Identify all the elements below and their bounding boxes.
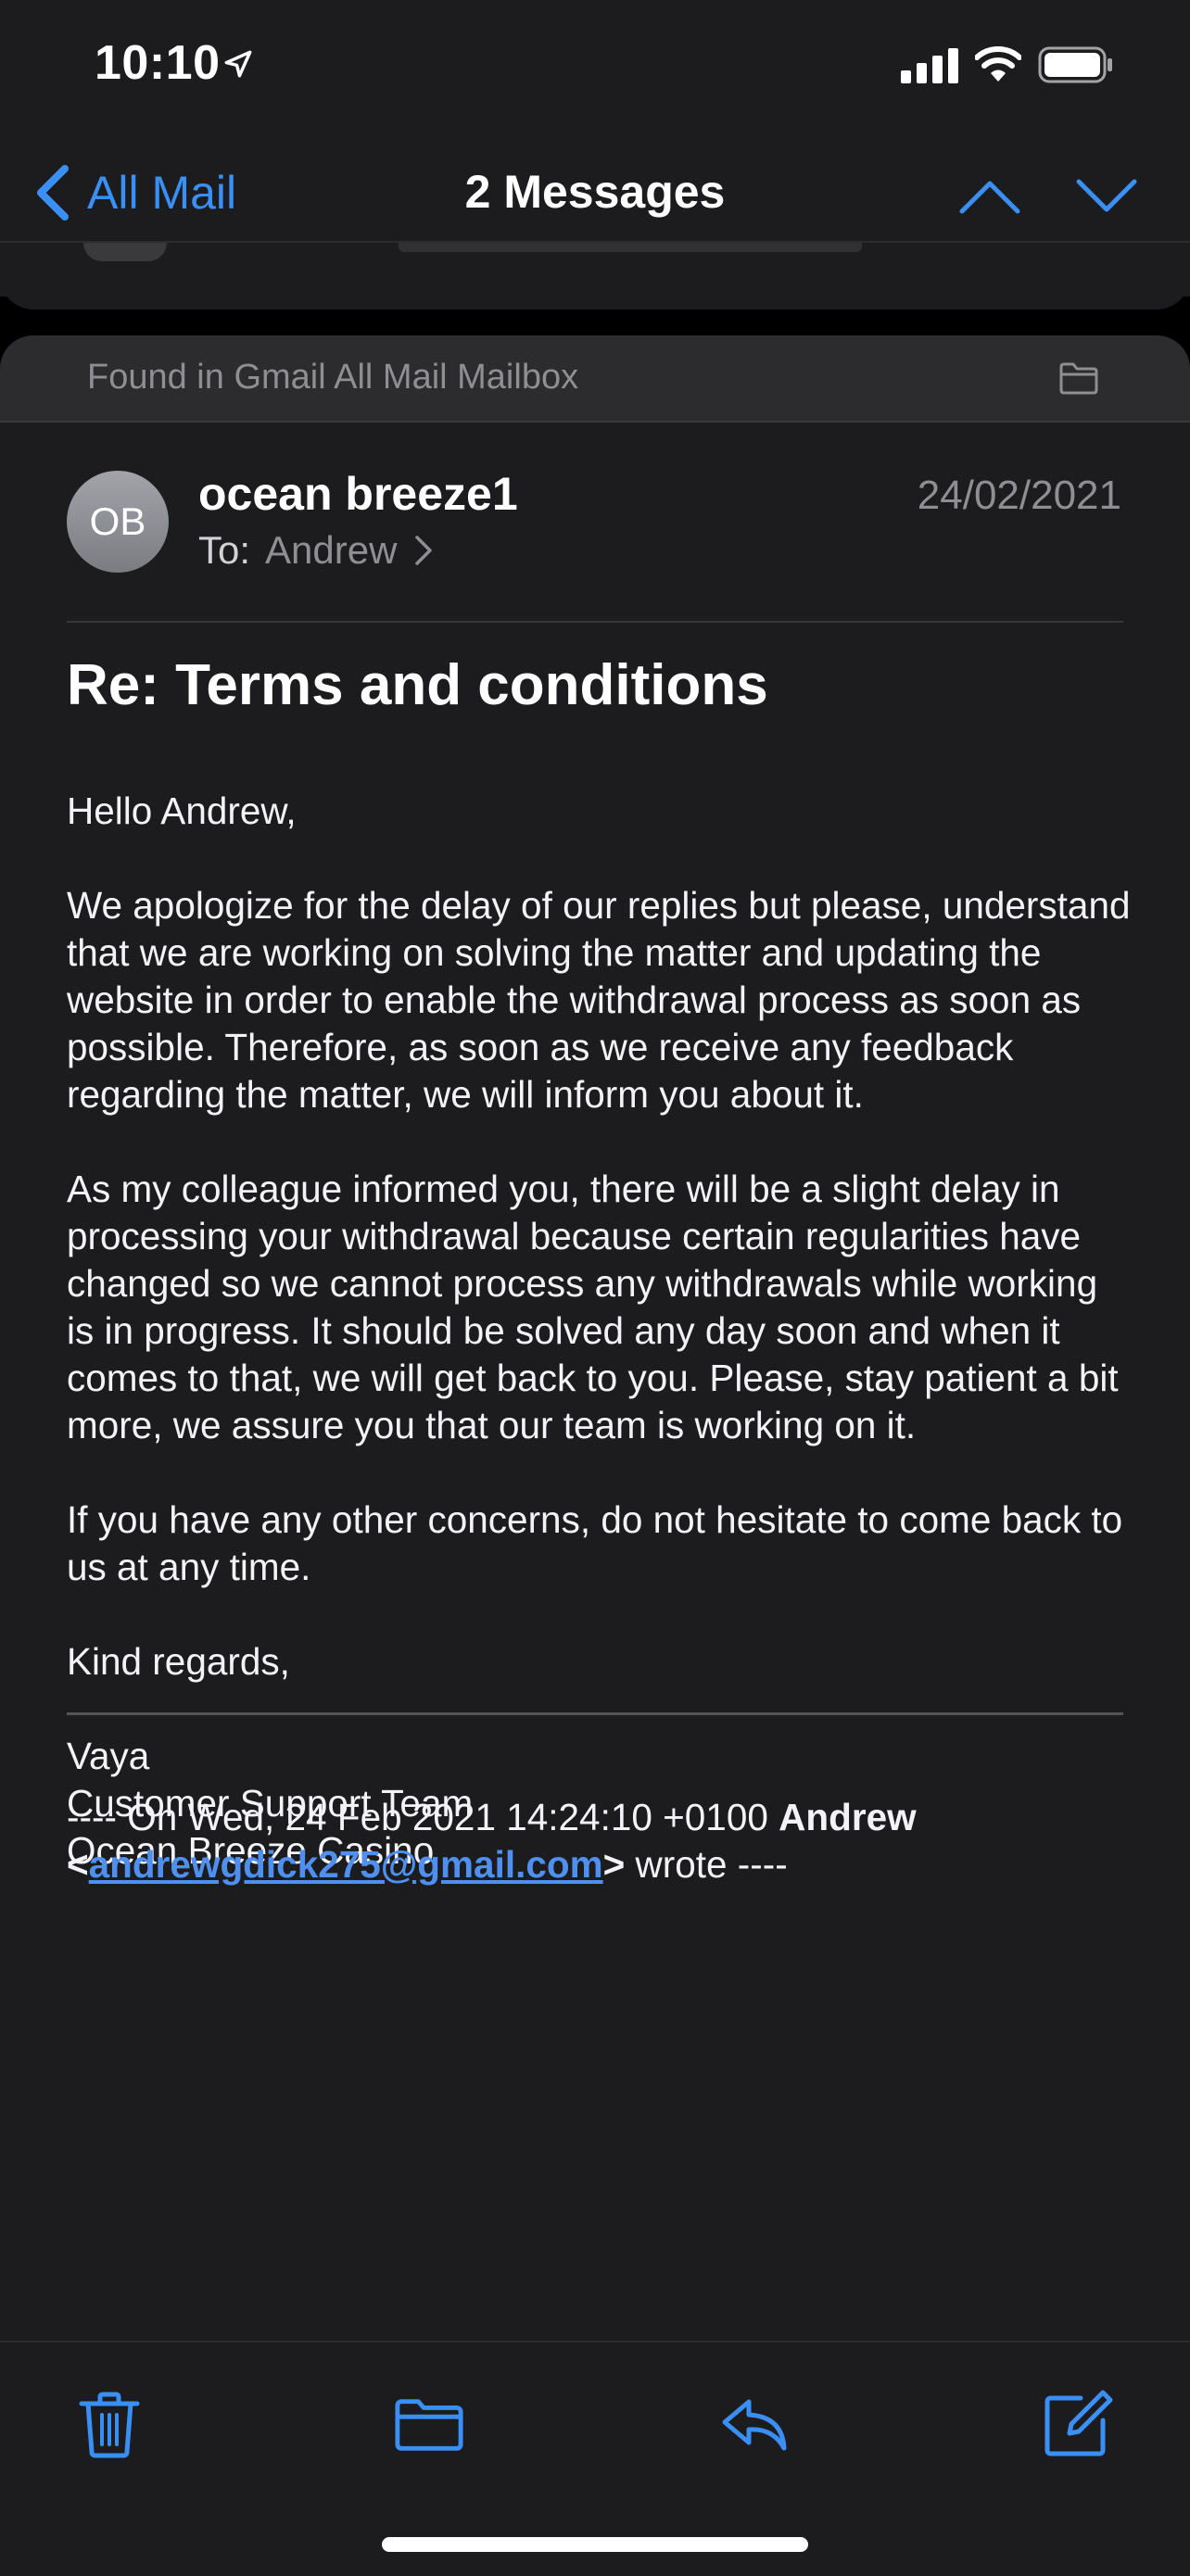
- cellular-signal-icon: [901, 48, 958, 83]
- message-subject: Re: Terms and conditions: [67, 653, 768, 717]
- folder-icon[interactable]: [393, 2387, 465, 2461]
- recipients-button[interactable]: To: Andrew: [198, 528, 434, 573]
- chevron-up-icon[interactable]: [956, 170, 1023, 222]
- quote-email-link[interactable]: andrewgdick275@gmail.com: [89, 1843, 603, 1886]
- recipient-name: Andrew: [265, 528, 398, 572]
- quote-prefix: ---- On Wed, 24 Feb 2021 14:24:10 +0100: [67, 1796, 779, 1838]
- body-paragraph: Kind regards,: [67, 1640, 290, 1683]
- to-label: To:: [198, 528, 251, 572]
- home-indicator[interactable]: [382, 2537, 808, 2552]
- body-paragraph: If you have any other concerns, do not h…: [67, 1498, 1123, 1588]
- chevron-down-icon[interactable]: [1073, 170, 1140, 222]
- quote-close-bracket: >: [602, 1843, 626, 1886]
- navigation-bar: All Mail 2 Messages: [0, 148, 1190, 241]
- avatar-initials: OB: [89, 499, 146, 543]
- mailbox-banner[interactable]: Found in Gmail All Mail Mailbox: [0, 335, 1190, 423]
- sender-name[interactable]: ocean breeze1: [198, 467, 518, 521]
- quote-suffix: wrote ----: [625, 1843, 788, 1886]
- quoted-header: ---- On Wed, 24 Feb 2021 14:24:10 +0100 …: [67, 1794, 1142, 1888]
- status-bar: 10:10: [0, 0, 1190, 139]
- body-paragraph: We apologize for the delay of our replie…: [67, 884, 1131, 1116]
- body-paragraph: As my colleague informed you, there will…: [67, 1168, 1119, 1446]
- status-time: 10:10: [95, 36, 221, 90]
- signature-line: Vaya: [67, 1735, 150, 1777]
- avatar[interactable]: OB: [67, 471, 169, 573]
- folder-icon: [1059, 362, 1098, 395]
- previous-avatar-edge: [83, 243, 167, 261]
- quote-divider: [67, 1712, 1123, 1715]
- reply-icon[interactable]: [717, 2387, 791, 2461]
- message-date: 24/02/2021: [917, 473, 1121, 518]
- trash-icon[interactable]: [72, 2387, 146, 2461]
- chevron-right-icon: [415, 536, 433, 565]
- header-divider: [67, 621, 1123, 623]
- previous-message-card[interactable]: [0, 241, 1190, 309]
- quote-open-bracket: <: [67, 1843, 89, 1886]
- previous-text-edge: [399, 243, 862, 252]
- compose-icon[interactable]: [1040, 2387, 1114, 2461]
- body-paragraph: Hello Andrew,: [67, 789, 297, 832]
- battery-icon: [1038, 46, 1112, 83]
- mailbox-banner-text: Found in Gmail All Mail Mailbox: [87, 358, 579, 397]
- location-arrow-icon: [224, 50, 252, 78]
- quote-author: Andrew: [779, 1796, 917, 1838]
- message-card: Found in Gmail All Mail Mailbox OB ocean…: [0, 335, 1190, 2467]
- wifi-icon: [975, 46, 1021, 82]
